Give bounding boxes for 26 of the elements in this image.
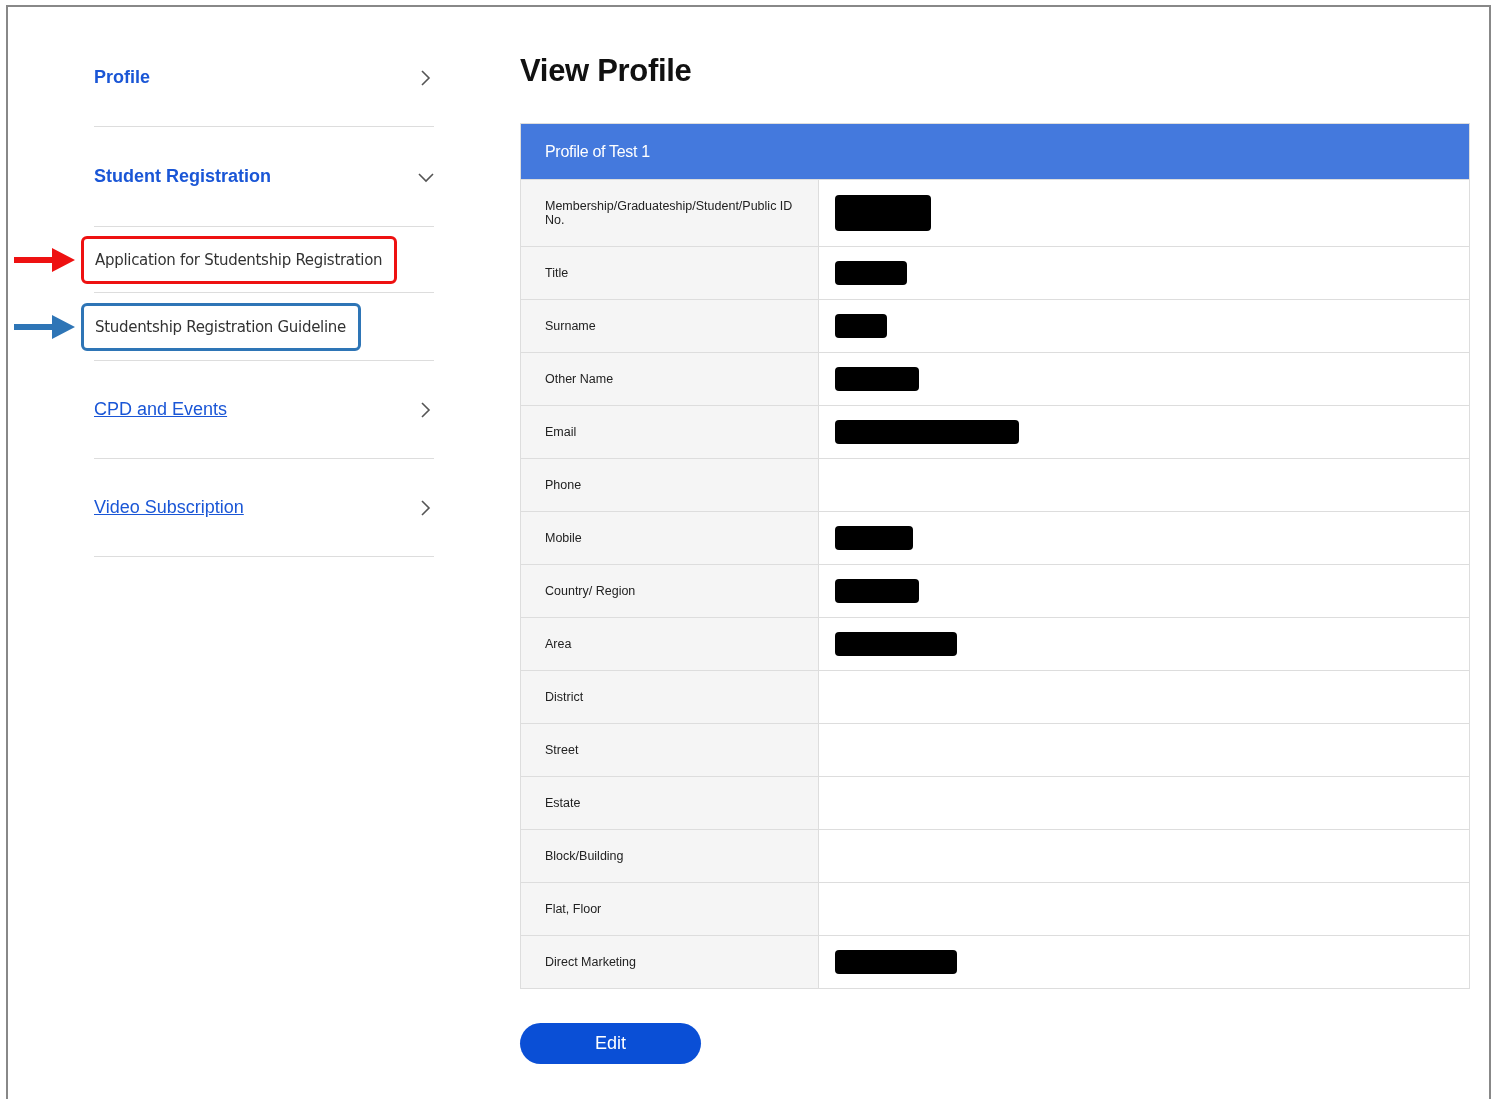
field-label: District [521,671,819,723]
arrow-icon [14,246,76,273]
field-label: Surname [521,300,819,352]
edit-button[interactable]: Edit [520,1023,701,1064]
field-label: Area [521,618,819,670]
field-label: Mobile [521,512,819,564]
page-title: View Profile [520,53,693,89]
field-label: Flat, Floor [521,883,819,935]
nav-subitem[interactable]: Application for Studentship Registration [81,235,398,284]
field-label: Membership/Graduateship/Student/Public ID No. [521,180,819,246]
field-label: Street [521,724,819,776]
field-label: Title [521,247,819,299]
nav-link[interactable]: Profile [94,67,150,88]
field-label: Other Name [521,353,819,405]
field-label: Block/Building [521,830,819,882]
field-label: Email [521,406,819,458]
nav-link[interactable]: Video Subscription [94,497,244,518]
field-label: Phone [521,459,819,511]
field-label: Direct Marketing [521,936,819,988]
nav-link[interactable]: Student Registration [94,166,271,187]
arrow-icon [14,313,76,340]
nav-link[interactable]: CPD and Events [94,399,228,420]
field-label: Country/ Region [521,565,819,617]
table-header: Profile of Test 1 [521,124,1469,179]
nav-subitem[interactable]: Studentship Registration Guideline [81,302,361,351]
field-label: Estate [521,777,819,829]
